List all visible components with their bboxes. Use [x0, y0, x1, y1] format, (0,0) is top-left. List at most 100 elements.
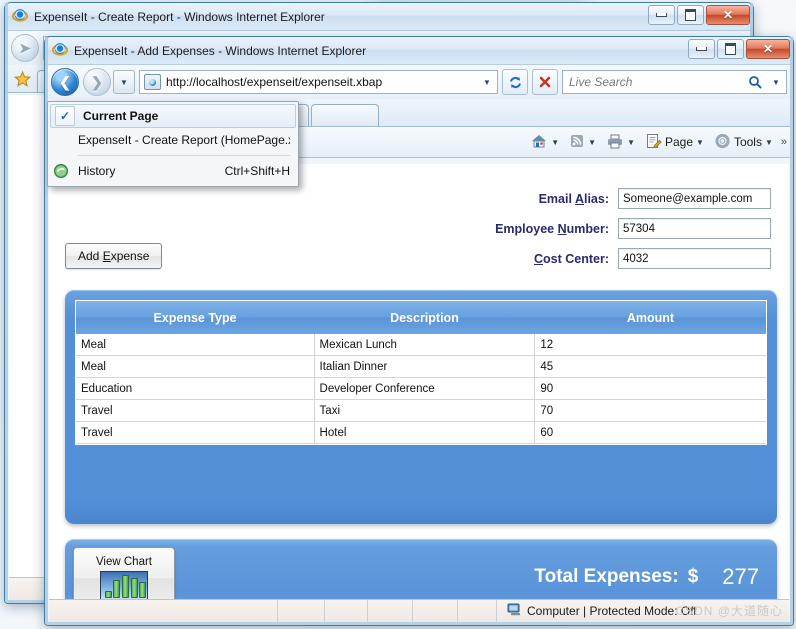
- cell-amount: 90: [535, 378, 766, 400]
- cell-description: Developer Conference: [314, 378, 535, 400]
- email-alias-field[interactable]: Someone@example.com: [618, 188, 771, 209]
- table-header-row: Expense Type Description Amount: [76, 301, 766, 334]
- maximize-icon[interactable]: [717, 39, 744, 59]
- computer-icon: [507, 603, 522, 619]
- email-alias-row: Email Alias: Someone@example.com: [495, 188, 771, 209]
- address-input[interactable]: http://localhost/expenseit/expenseit.xba…: [166, 75, 479, 89]
- cell-expense-type: Meal: [76, 334, 314, 356]
- minimize-icon[interactable]: [648, 5, 675, 25]
- feeds-chevron-down-icon[interactable]: ▼: [588, 138, 596, 147]
- expenseit-app: Email Alias: Someone@example.com Employe…: [49, 164, 789, 599]
- address-bar[interactable]: http://localhost/expenseit/expenseit.xba…: [139, 70, 498, 94]
- add-expense-accesskey: E: [103, 249, 111, 263]
- tools-menu-button[interactable]: Tools ▼: [710, 131, 777, 154]
- window-titlebar[interactable]: ExpenseIt - Add Expenses - Windows Inter…: [45, 37, 793, 65]
- menu-item-create-report[interactable]: ExpenseIt - Create Report (HomePage.xam: [48, 128, 298, 152]
- ie-logo-icon: [12, 7, 28, 26]
- magnifier-icon[interactable]: [742, 69, 768, 95]
- total-bar-panel: View Chart Total Expenses: $ 277: [65, 539, 777, 599]
- stop-icon[interactable]: [532, 69, 558, 95]
- menu-item-history[interactable]: History Ctrl+Shift+H: [48, 159, 298, 183]
- recent-pages-chevron-down-icon[interactable]: ▼: [113, 70, 135, 94]
- employee-number-label: Employee Number:: [495, 222, 609, 236]
- window-buttons[interactable]: ✕: [688, 39, 790, 59]
- close-icon[interactable]: ✕: [706, 5, 750, 25]
- page-content: Email Alias: Someone@example.com Employe…: [49, 164, 789, 599]
- home-button[interactable]: ▼: [526, 131, 563, 154]
- cell-description: Taxi: [314, 400, 535, 422]
- background-window-buttons[interactable]: ✕: [648, 5, 750, 25]
- cost-center-field[interactable]: 4032: [618, 248, 771, 269]
- menu-item-accelerator: Ctrl+Shift+H: [225, 164, 290, 178]
- table-row[interactable]: Travel Taxi 70: [76, 400, 766, 422]
- total-expenses-label: Total Expenses:: [534, 566, 678, 588]
- favorites-star-icon[interactable]: [9, 68, 35, 90]
- add-expense-label-pre: Add: [78, 249, 103, 263]
- expense-grid-panel: Expense Type Description Amount Meal Mex…: [65, 290, 777, 524]
- menu-item-label: Current Page: [83, 109, 287, 123]
- print-chevron-down-icon[interactable]: ▼: [627, 138, 635, 147]
- cell-description: Italian Dinner: [314, 356, 535, 378]
- menu-separator: [78, 155, 290, 156]
- navigation-toolbar[interactable]: ❮ ❯ ▼ http://localhost/expenseit/expense…: [45, 65, 793, 99]
- forward-arrow-icon[interactable]: ❯: [83, 68, 111, 96]
- status-bar: Computer | Protected Mode: Off CSDN @大道随…: [49, 599, 789, 622]
- view-chart-button[interactable]: View Chart: [73, 547, 175, 599]
- expense-grid[interactable]: Expense Type Description Amount Meal Mex…: [75, 300, 767, 445]
- table-row[interactable]: Education Developer Conference 90: [76, 378, 766, 400]
- add-expense-button[interactable]: Add Expense: [65, 243, 162, 269]
- gear-icon: [714, 133, 731, 152]
- cell-amount: 45: [535, 356, 766, 378]
- page-menu-button[interactable]: Page ▼: [641, 131, 708, 154]
- maximize-icon[interactable]: [677, 5, 704, 25]
- page-chevron-down-icon[interactable]: ▼: [696, 138, 704, 147]
- background-forward-icon[interactable]: ➤: [11, 34, 39, 62]
- search-chevron-down-icon[interactable]: ▼: [768, 78, 784, 87]
- tools-chevron-down-icon[interactable]: ▼: [765, 138, 773, 147]
- status-text: Computer | Protected Mode: Off: [527, 604, 697, 618]
- recent-pages-dropdown-menu[interactable]: ✓ Current Page ExpenseIt - Create Report…: [47, 101, 299, 187]
- new-tab-button[interactable]: [311, 104, 379, 126]
- commandbar-overflow-icon[interactable]: »: [779, 136, 787, 148]
- column-header-expense-type[interactable]: Expense Type: [76, 301, 314, 334]
- print-button[interactable]: ▼: [602, 131, 639, 154]
- table-row[interactable]: Travel Hotel 60: [76, 422, 766, 444]
- address-chevron-down-icon[interactable]: ▼: [479, 78, 495, 87]
- currency-symbol: $: [688, 566, 699, 588]
- cell-amount: 70: [535, 400, 766, 422]
- tools-menu-label: Tools: [734, 135, 762, 149]
- total-expenses-value: 277: [722, 564, 759, 590]
- total-expenses-display: Total Expenses: $ 277: [534, 539, 759, 599]
- column-header-description[interactable]: Description: [314, 301, 535, 334]
- table-row[interactable]: Meal Italian Dinner 45: [76, 356, 766, 378]
- cell-expense-type: Travel: [76, 400, 314, 422]
- refresh-icon[interactable]: [502, 69, 528, 95]
- home-chevron-down-icon[interactable]: ▼: [551, 138, 559, 147]
- page-globe-icon: [144, 74, 161, 90]
- search-input[interactable]: Live Search: [569, 75, 742, 89]
- search-box[interactable]: Live Search ▼: [562, 70, 787, 94]
- employee-number-field[interactable]: 57304: [618, 218, 771, 239]
- home-icon: [530, 133, 548, 152]
- back-arrow-icon[interactable]: ❮: [51, 68, 79, 96]
- page-icon: [645, 133, 662, 152]
- feeds-button[interactable]: ▼: [565, 131, 600, 154]
- menu-item-label: ExpenseIt - Create Report (HomePage.xam: [78, 133, 290, 147]
- minimize-icon[interactable]: [688, 39, 715, 59]
- cell-expense-type: Meal: [76, 356, 314, 378]
- close-icon[interactable]: ✕: [746, 39, 790, 59]
- column-header-amount[interactable]: Amount: [535, 301, 766, 334]
- cell-expense-type: Education: [76, 378, 314, 400]
- bar-chart-icon: [100, 571, 148, 600]
- window-title: ExpenseIt - Add Expenses - Windows Inter…: [74, 44, 366, 58]
- cost-center-row: Cost Center: 4032: [495, 248, 771, 269]
- table-row[interactable]: Meal Mexican Lunch 12: [76, 334, 766, 356]
- expense-form-fields: Email Alias: Someone@example.com Employe…: [495, 188, 771, 278]
- menu-item-label: History: [78, 164, 215, 178]
- history-icon: [52, 163, 70, 179]
- menu-item-current-page[interactable]: ✓ Current Page: [50, 104, 296, 128]
- add-expense-label-post: xpense: [111, 249, 150, 263]
- print-icon: [606, 133, 624, 152]
- expense-table[interactable]: Expense Type Description Amount Meal Mex…: [76, 301, 766, 444]
- background-window-titlebar[interactable]: ExpenseIt - Create Report - Windows Inte…: [5, 3, 753, 31]
